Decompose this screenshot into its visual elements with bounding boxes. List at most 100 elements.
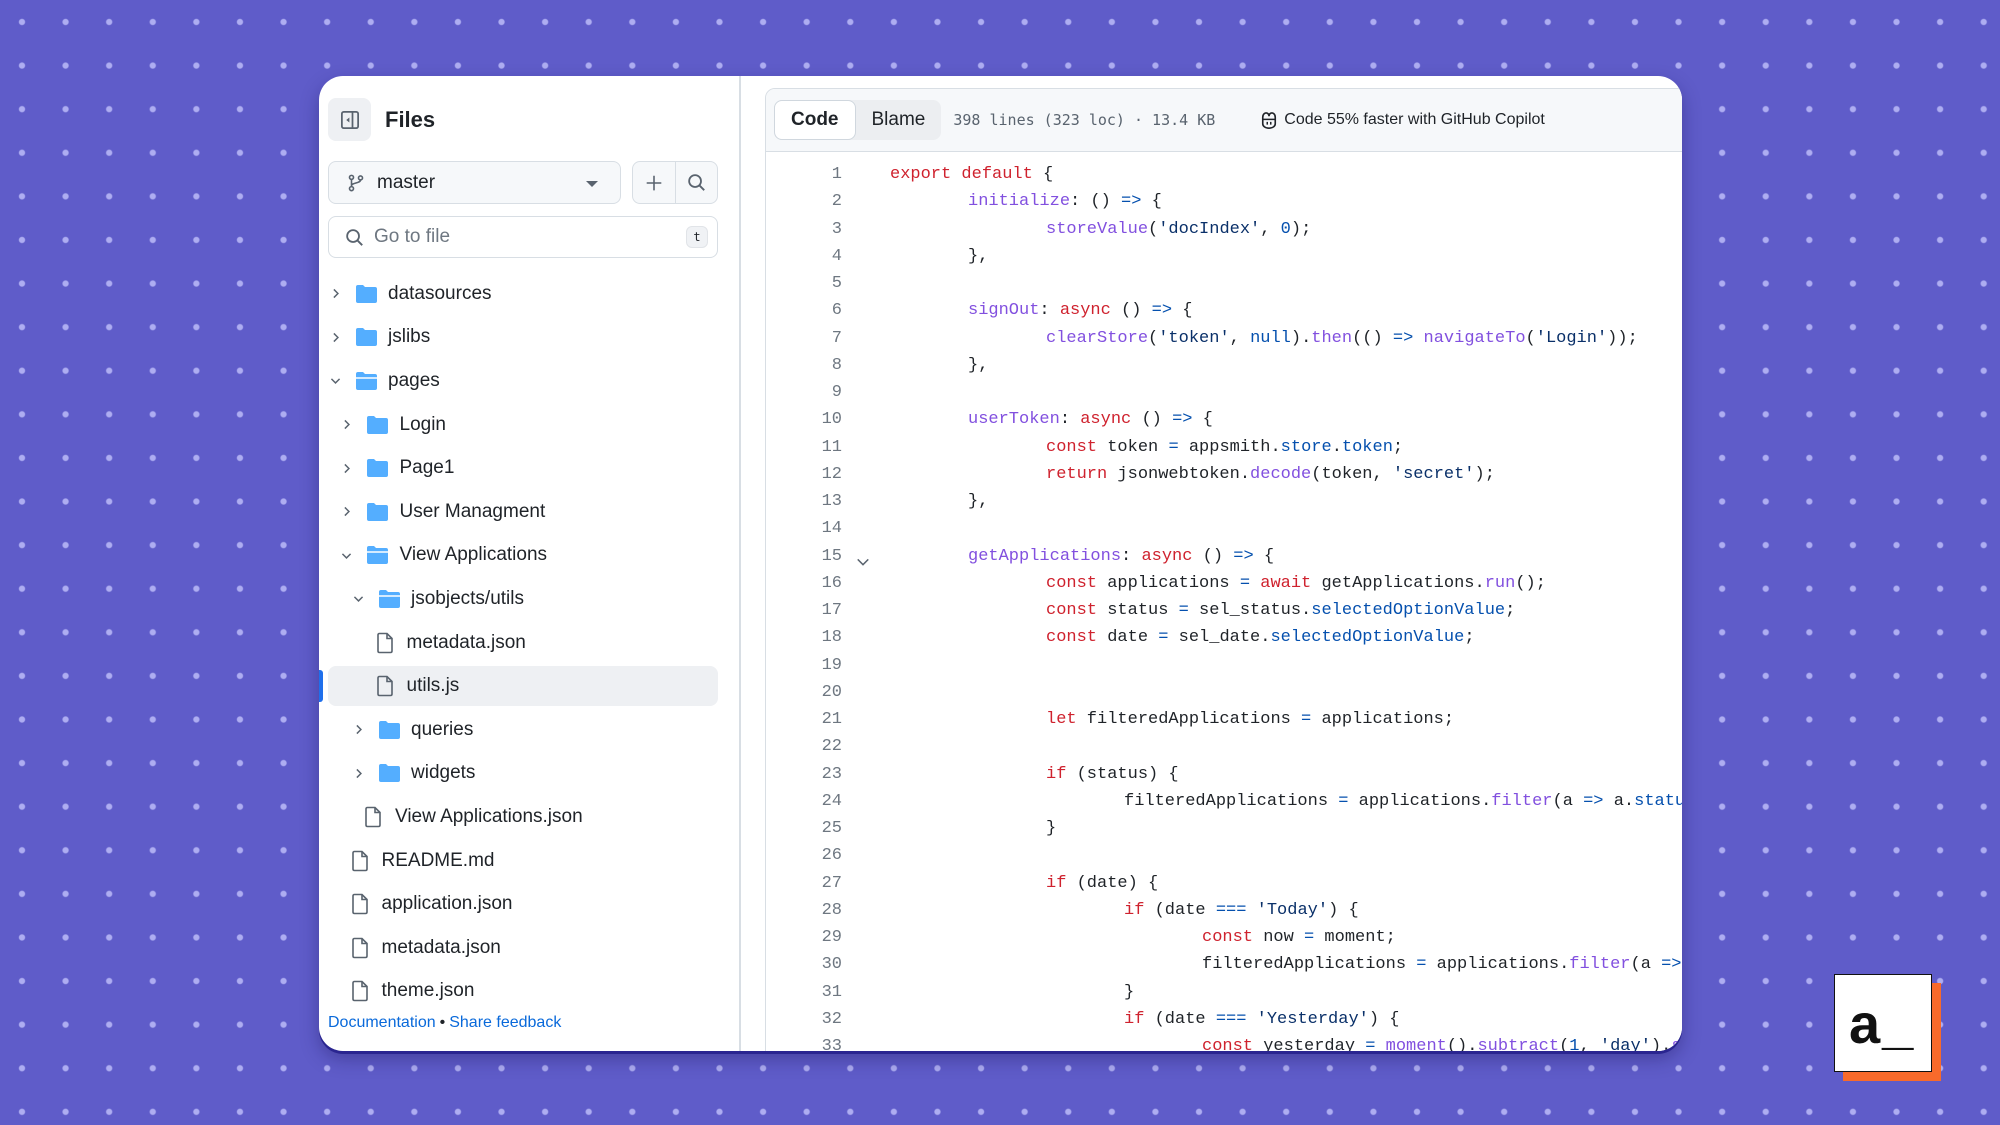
line-number[interactable]: 3 <box>766 216 842 243</box>
line-number[interactable]: 15 <box>766 543 842 570</box>
search-code-button[interactable] <box>674 162 718 203</box>
line-number[interactable]: 5 <box>766 270 842 297</box>
line-number[interactable]: 17 <box>766 597 842 624</box>
go-to-file-input[interactable] <box>374 226 664 248</box>
line-number[interactable]: 33 <box>766 1033 842 1051</box>
code-token: appsmith. <box>1178 437 1281 457</box>
line-number[interactable]: 18 <box>766 624 842 651</box>
line-number[interactable]: 2 <box>766 188 842 215</box>
tree-folder[interactable]: queries <box>319 708 739 752</box>
view-mode-toggle: Code Blame <box>774 100 942 140</box>
logo-mark: a_ <box>1834 974 1932 1072</box>
line-number[interactable]: 10 <box>766 406 842 433</box>
line-number[interactable]: 28 <box>766 897 842 924</box>
code-line: 31} <box>766 979 1682 1006</box>
code-token: (token, <box>1311 464 1393 484</box>
code-token: applications; <box>1311 710 1455 729</box>
tree-folder[interactable]: Page1 <box>319 446 739 490</box>
tree-file[interactable]: utils.js <box>319 664 739 708</box>
line-number[interactable]: 6 <box>766 297 842 324</box>
code-line: 23 if (status) { <box>766 761 1682 788</box>
chevron-right-icon[interactable] <box>328 287 342 301</box>
branch-selector[interactable]: master <box>328 161 621 204</box>
code-token: then <box>1311 328 1353 348</box>
tree-file[interactable]: application.json <box>319 882 739 926</box>
line-number[interactable]: 29 <box>766 924 842 951</box>
line-number[interactable]: 16 <box>766 570 842 597</box>
line-number[interactable]: 8 <box>766 352 842 379</box>
chevron-down-icon[interactable] <box>340 548 354 562</box>
code-line: 8}, <box>766 352 1682 379</box>
code-text: const status = sel_status.selectedOption… <box>1046 597 1515 624</box>
code-text: filteredApplications = applications.filt… <box>1202 951 1682 978</box>
tree-file[interactable]: metadata.json <box>319 926 739 970</box>
line-number[interactable]: 23 <box>766 761 842 788</box>
tree-folder[interactable]: jsobjects/utils <box>319 577 739 621</box>
line-number[interactable]: 19 <box>766 652 842 679</box>
tree-folder[interactable]: View Applications <box>319 534 739 578</box>
chevron-right-icon[interactable] <box>340 461 354 475</box>
code-text: if (date) { <box>1046 870 1158 897</box>
chevron-right-icon[interactable] <box>340 418 354 432</box>
line-number[interactable]: 27 <box>766 870 842 897</box>
code-line: 6 signOut: async () => { <box>766 297 1682 324</box>
code-token: sel_status. <box>1188 601 1312 620</box>
line-number[interactable]: 13 <box>766 488 842 515</box>
share-feedback-link[interactable]: Share feedback <box>449 1014 561 1031</box>
line-number[interactable]: 20 <box>766 679 842 706</box>
line-number[interactable]: 32 <box>766 1006 842 1033</box>
code-line: 12 return jsonwebtoken.decode(token, 'sec… <box>766 461 1682 488</box>
line-number[interactable]: 21 <box>766 706 842 733</box>
tree-folder[interactable]: pages <box>319 359 739 403</box>
line-number[interactable]: 31 <box>766 979 842 1006</box>
tree-file[interactable]: metadata.json <box>319 621 739 665</box>
tree-folder[interactable]: jslibs <box>319 316 739 360</box>
chevron-right-icon[interactable] <box>340 505 354 519</box>
code-token: getApplications <box>968 546 1122 566</box>
tree-folder[interactable]: Login <box>319 403 739 447</box>
code-token: token <box>1097 437 1169 457</box>
line-number[interactable]: 4 <box>766 243 842 270</box>
line-number[interactable]: 14 <box>766 515 842 542</box>
tree-folder[interactable]: widgets <box>319 752 739 796</box>
tree-file[interactable]: View Applications.json <box>319 795 739 839</box>
chevron-right-icon[interactable] <box>328 330 342 344</box>
tree-item-label: widgets <box>411 762 476 784</box>
code-token: : <box>1059 410 1081 430</box>
tab-code[interactable]: Code <box>774 100 856 140</box>
code-line: 9 <box>766 379 1682 406</box>
line-number[interactable]: 25 <box>766 815 842 842</box>
folder-icon <box>366 456 390 480</box>
tree-folder[interactable]: datasources <box>319 272 739 316</box>
chevron-down-icon[interactable] <box>351 592 365 606</box>
tree-folder[interactable]: User Managment <box>319 490 739 534</box>
collapse-sidebar-button[interactable] <box>328 98 371 141</box>
tree-file[interactable]: README.md <box>319 839 739 883</box>
line-number[interactable]: 1 <box>766 161 842 188</box>
add-file-button[interactable] <box>633 162 675 203</box>
chevron-right-icon[interactable] <box>351 723 365 737</box>
line-number[interactable]: 22 <box>766 733 842 760</box>
documentation-link[interactable]: Documentation <box>328 1014 436 1031</box>
code-line: 33 const yesterday = moment().subtract(1,… <box>766 1033 1682 1051</box>
chevron-right-icon[interactable] <box>351 766 365 780</box>
chevron-down-icon[interactable] <box>328 374 342 388</box>
code-token: : () <box>1070 192 1122 212</box>
line-number[interactable]: 7 <box>766 325 842 352</box>
code-line: 25} <box>766 815 1682 842</box>
line-number[interactable]: 26 <box>766 842 842 869</box>
code-token: const <box>1046 437 1098 457</box>
tree-item-label: application.json <box>381 893 513 915</box>
code-text: const token = appsmith.store.token; <box>1046 434 1403 461</box>
line-number[interactable]: 24 <box>766 788 842 815</box>
line-number[interactable]: 11 <box>766 434 842 461</box>
line-number[interactable]: 9 <box>766 379 842 406</box>
tab-blame[interactable]: Blame <box>856 100 942 140</box>
tree-file[interactable]: theme.json <box>319 970 739 1014</box>
code-line: 28 if (date === 'Today') { <box>766 897 1682 924</box>
line-number[interactable]: 12 <box>766 461 842 488</box>
copilot-promo-link[interactable]: Code 55% faster with GitHub Copilot <box>1259 110 1545 130</box>
line-number[interactable]: 30 <box>766 951 842 978</box>
go-to-file-field[interactable]: t <box>328 216 718 258</box>
code-token: } <box>1124 982 1135 1002</box>
